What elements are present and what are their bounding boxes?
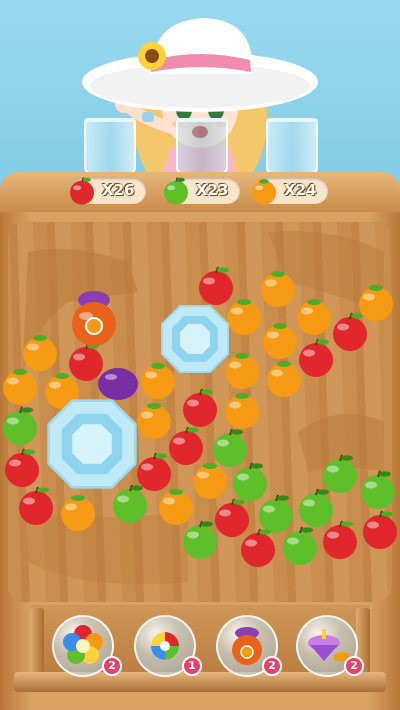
orange[interactable] bbox=[224, 296, 264, 336]
booster-count-badge: 1 bbox=[182, 656, 202, 676]
booster-count-badge: 2 bbox=[102, 656, 122, 676]
orange[interactable] bbox=[222, 390, 262, 430]
green-apple[interactable] bbox=[180, 520, 220, 560]
red-apple[interactable] bbox=[2, 448, 42, 488]
cup-middle bbox=[176, 118, 228, 174]
orange-icon bbox=[252, 179, 276, 205]
orange[interactable] bbox=[260, 320, 300, 360]
target-count: X24 bbox=[284, 181, 317, 199]
fruit-jar-item[interactable] bbox=[66, 286, 122, 348]
game-scene: X26 X23 X24 2 1 2 2 bbox=[0, 0, 400, 710]
green-apple[interactable] bbox=[0, 406, 40, 446]
purple-plum[interactable] bbox=[96, 366, 140, 402]
green-apple[interactable] bbox=[110, 484, 150, 524]
orange[interactable] bbox=[264, 358, 304, 398]
booster-count-badge: 2 bbox=[344, 656, 364, 676]
orange[interactable] bbox=[0, 366, 40, 406]
red-apple[interactable] bbox=[320, 520, 360, 560]
ice-diamond-small[interactable] bbox=[160, 304, 230, 374]
target-count: X23 bbox=[196, 181, 229, 199]
red-apple-icon bbox=[70, 177, 94, 205]
red-apple[interactable] bbox=[238, 528, 278, 568]
target-orange: X24 bbox=[252, 178, 328, 205]
target-count: X26 bbox=[102, 181, 135, 199]
target-green-apple: X23 bbox=[164, 177, 240, 205]
booster-count-badge: 2 bbox=[262, 656, 282, 676]
red-apple[interactable] bbox=[330, 312, 370, 352]
green-apple-icon bbox=[164, 177, 188, 205]
target-red-apple: X26 bbox=[70, 177, 146, 205]
empty-cup-left bbox=[84, 118, 136, 174]
red-apple[interactable] bbox=[360, 510, 400, 550]
orange[interactable] bbox=[58, 492, 98, 532]
red-apple[interactable] bbox=[180, 388, 220, 428]
orange[interactable] bbox=[294, 296, 334, 336]
empty-cup-right bbox=[266, 118, 318, 174]
red-apple[interactable] bbox=[16, 486, 56, 526]
orange[interactable] bbox=[190, 460, 230, 500]
ice-diamond-large[interactable] bbox=[46, 398, 138, 490]
green-apple[interactable] bbox=[280, 526, 320, 566]
orange[interactable] bbox=[258, 268, 298, 308]
green-apple[interactable] bbox=[358, 470, 398, 510]
